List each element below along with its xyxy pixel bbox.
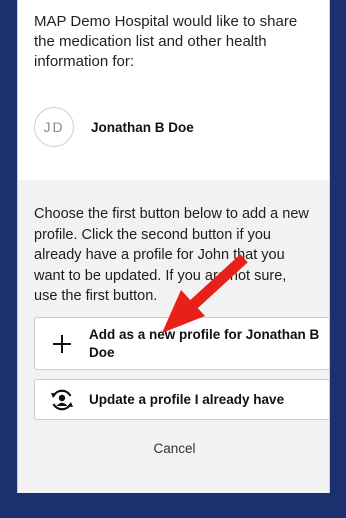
- instructions-text: Choose the first button below to add a n…: [34, 206, 309, 304]
- cancel-button[interactable]: Cancel: [18, 441, 331, 456]
- update-profile-label: Update a profile I already have: [89, 391, 285, 407]
- profile-name: Jonathan B Doe: [91, 119, 194, 135]
- profile-row: JD Jonathan B Doe: [34, 107, 194, 147]
- plus-icon: [35, 333, 89, 355]
- update-profile-button[interactable]: Update a profile I already have: [34, 379, 330, 420]
- share-intro-text: MAP Demo Hospital would like to share th…: [34, 13, 298, 70]
- avatar: JD: [34, 107, 74, 147]
- add-new-profile-button[interactable]: Add as a new profile for Jonathan B Doe: [34, 317, 330, 370]
- add-new-profile-label: Add as a new profile for Jonathan B Doe: [89, 326, 320, 360]
- profile-sync-icon: [35, 387, 89, 413]
- share-info-card: MAP Demo Hospital would like to share th…: [18, 0, 329, 180]
- share-dialog: MAP Demo Hospital would like to share th…: [17, 0, 330, 493]
